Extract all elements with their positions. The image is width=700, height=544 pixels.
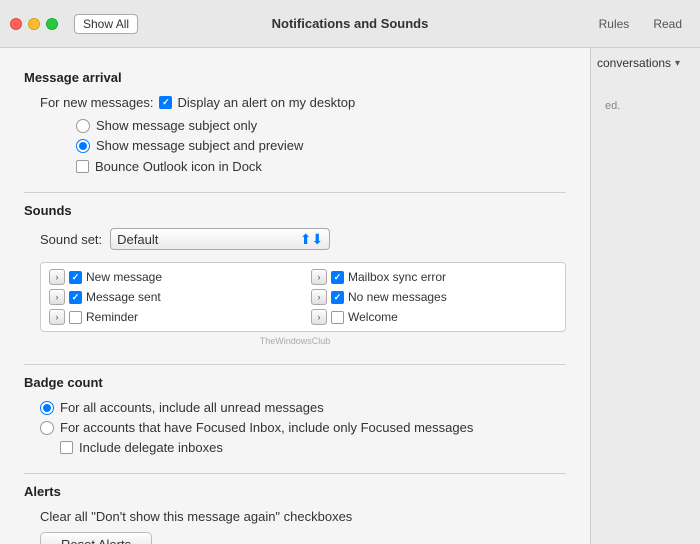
radio-subject-preview-row: Show message subject and preview: [76, 138, 566, 153]
edited-text: ed.: [605, 100, 620, 112]
settings-panel: Message arrival For new messages: Displa…: [0, 48, 590, 544]
badge-label-2: For accounts that have Focused Inbox, in…: [60, 420, 473, 435]
window-title: Notifications and Sounds: [272, 16, 429, 31]
divider-3: [24, 473, 566, 474]
sound-row-reminder: › Reminder: [49, 309, 295, 325]
bounce-row: Bounce Outlook icon in Dock: [76, 159, 566, 174]
read-tab[interactable]: Read: [645, 13, 690, 35]
sound-checkbox-no-new-messages[interactable]: [331, 291, 344, 304]
watermark: TheWindowsClub: [24, 336, 566, 346]
radio-subject-only[interactable]: [76, 119, 90, 133]
sound-row-new-message: › New message: [49, 269, 295, 285]
sound-checkbox-message-sent[interactable]: [69, 291, 82, 304]
display-alert-checkbox-item: Display an alert on my desktop: [159, 95, 355, 110]
conversations-label: conversations: [597, 56, 671, 70]
sound-set-select[interactable]: Default ⬆⬇: [110, 228, 330, 250]
bounce-checkbox[interactable]: [76, 160, 89, 173]
close-button[interactable]: [10, 18, 22, 30]
badge-count-header: Badge count: [24, 375, 566, 390]
alerts-header: Alerts: [24, 484, 566, 499]
message-arrival-header: Message arrival: [24, 70, 566, 85]
sound-label-new-message: New message: [86, 270, 162, 284]
rules-tab[interactable]: Rules: [591, 13, 638, 35]
show-all-button[interactable]: Show All: [74, 14, 138, 34]
sound-label-mailbox-sync: Mailbox sync error: [348, 270, 446, 284]
reset-alerts-button[interactable]: Reset Alerts: [40, 532, 152, 544]
radio-options: Show message subject only Show message s…: [76, 118, 566, 153]
sound-expand-mailbox-sync[interactable]: ›: [311, 269, 327, 285]
sounds-grid: › New message › Mailbox sync error › Mes…: [40, 262, 566, 332]
select-arrow-icon: ⬆⬇: [300, 231, 323, 248]
for-new-messages-row: For new messages: Display an alert on my…: [40, 95, 566, 110]
title-bar: Show All Notifications and Sounds Rules …: [0, 0, 700, 48]
message-arrival-section: Message arrival For new messages: Displa…: [24, 70, 566, 174]
radio-subject-preview[interactable]: [76, 139, 90, 153]
bounce-label: Bounce Outlook icon in Dock: [95, 159, 262, 174]
sound-expand-message-sent[interactable]: ›: [49, 289, 65, 305]
traffic-lights: [10, 18, 58, 30]
right-sidebar: conversations ▾ ed.: [590, 48, 700, 544]
main-area: Message arrival For new messages: Displa…: [0, 48, 700, 544]
sound-checkbox-reminder[interactable]: [69, 311, 82, 324]
sound-expand-reminder[interactable]: ›: [49, 309, 65, 325]
display-alert-checkbox[interactable]: [159, 96, 172, 109]
radio-subject-only-row: Show message subject only: [76, 118, 566, 133]
badge-options: For all accounts, include all unread mes…: [40, 400, 566, 455]
sound-row-no-new-messages: › No new messages: [311, 289, 557, 305]
sound-expand-no-new-messages[interactable]: ›: [311, 289, 327, 305]
divider-1: [24, 192, 566, 193]
sounds-header: Sounds: [24, 203, 566, 218]
minimize-button[interactable]: [28, 18, 40, 30]
divider-2: [24, 364, 566, 365]
sound-row-message-sent: › Message sent: [49, 289, 295, 305]
toolbar-right: Rules Read: [591, 0, 700, 48]
delegate-checkbox[interactable]: [60, 441, 73, 454]
badge-row-1: For all accounts, include all unread mes…: [40, 400, 566, 415]
badge-row-3: Include delegate inboxes: [60, 440, 566, 455]
radio-subject-only-label: Show message subject only: [96, 118, 257, 133]
sound-expand-welcome[interactable]: ›: [311, 309, 327, 325]
sound-set-value: Default: [117, 232, 158, 247]
badge-row-2: For accounts that have Focused Inbox, in…: [40, 420, 566, 435]
for-new-messages-label: For new messages:: [40, 95, 153, 110]
sound-row-mailbox-sync: › Mailbox sync error: [311, 269, 557, 285]
badge-radio-1[interactable]: [40, 401, 54, 415]
sidebar-content: ed.: [597, 90, 694, 120]
sound-set-row: Sound set: Default ⬆⬇: [40, 228, 566, 250]
alerts-section: Alerts Clear all "Don't show this messag…: [24, 484, 566, 544]
badge-radio-2[interactable]: [40, 421, 54, 435]
chevron-down-icon[interactable]: ▾: [675, 58, 680, 69]
sound-label-reminder: Reminder: [86, 310, 138, 324]
sound-checkbox-new-message[interactable]: [69, 271, 82, 284]
delegate-label: Include delegate inboxes: [79, 440, 223, 455]
sound-label-no-new-messages: No new messages: [348, 290, 447, 304]
sound-label-message-sent: Message sent: [86, 290, 161, 304]
badge-label-1: For all accounts, include all unread mes…: [60, 400, 324, 415]
badge-count-section: Badge count For all accounts, include al…: [24, 375, 566, 455]
sidebar-toolbar: conversations ▾: [597, 56, 694, 70]
sounds-section: Sounds Sound set: Default ⬆⬇ › New messa…: [24, 203, 566, 346]
fullscreen-button[interactable]: [46, 18, 58, 30]
sound-set-label: Sound set:: [40, 232, 102, 247]
sound-label-welcome: Welcome: [348, 310, 398, 324]
alerts-description: Clear all "Don't show this message again…: [40, 509, 566, 524]
sound-checkbox-welcome[interactable]: [331, 311, 344, 324]
sound-checkbox-mailbox-sync[interactable]: [331, 271, 344, 284]
display-alert-label: Display an alert on my desktop: [177, 95, 355, 110]
radio-subject-preview-label: Show message subject and preview: [96, 138, 303, 153]
sound-row-welcome: › Welcome: [311, 309, 557, 325]
sound-expand-new-message[interactable]: ›: [49, 269, 65, 285]
